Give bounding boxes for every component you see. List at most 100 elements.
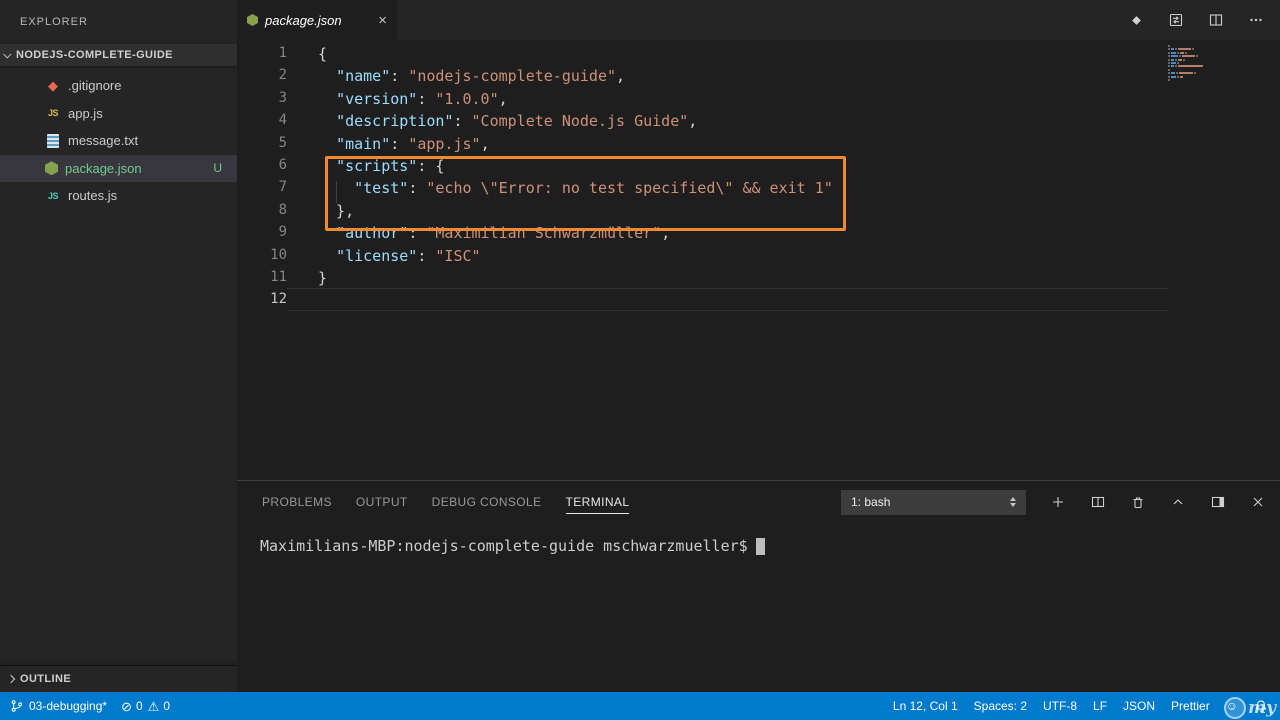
git-branch-item[interactable]: 03-debugging* [10,699,107,713]
warning-count: 0 [163,699,171,713]
select-arrows-icon [1010,497,1016,507]
terminal-cursor [755,538,765,555]
code-editor[interactable]: 1{2 "name": "nodejs-complete-guide", 3 "v… [237,40,1280,480]
line-number: 10 [270,246,287,263]
git-branch-icon [11,700,23,712]
panel-tab-debug-console[interactable]: DEBUG CONSOLE [432,490,542,514]
code-line-8[interactable]: 8 }, [237,199,1280,221]
problems-item[interactable]: ⊘ 0 ⚠ 0 [121,699,170,713]
git-icon [45,78,61,94]
editor-column: package.json × 1 {2 "name": "nodejs-com… [237,0,1280,692]
sidebar-title: EXPLORER [20,16,88,28]
explorer-sidebar: EXPLORER NODEJS-COMPLETE-GUIDE .gitignor… [0,0,237,692]
maximize-panel-icon[interactable] [1170,494,1186,510]
panel-layout-icon[interactable] [1210,494,1226,510]
eol-setting[interactable]: LF [1093,699,1107,713]
compare-changes-icon[interactable] [1168,12,1184,28]
status-bar: 03-debugging* ⊘ 0 ⚠ 0 Ln 12, Col 1 Space… [0,692,1280,720]
indentation-setting[interactable]: Spaces: 2 [974,699,1027,713]
code-line-4[interactable]: 4 "description": "Complete Node.js Guide… [237,109,1280,131]
file-name: message.txt [68,133,139,149]
terminal-shell-select[interactable]: 1: bash [841,489,1026,515]
panel-tab-problems[interactable]: PROBLEMS [262,490,332,514]
line-number: 5 [278,134,287,151]
code-line-11[interactable]: 11} [237,266,1280,288]
code-line-3[interactable]: 3 "version": "1.0.0", [237,87,1280,109]
line-number: 8 [278,201,287,218]
line-number: 7 [278,179,287,196]
more-actions-icon[interactable] [1248,12,1264,28]
shell-select-value: 1: bash [851,495,891,509]
line-number: 4 [278,112,287,129]
status-bar-left: 03-debugging* ⊘ 0 ⚠ 0 [10,699,170,713]
folder-header-nodejs-complete-guide[interactable]: NODEJS-COMPLETE-GUIDE [0,44,237,66]
new-terminal-icon[interactable] [1050,494,1066,510]
tab-bar: package.json × [237,0,1280,40]
split-terminal-icon[interactable] [1090,494,1106,510]
close-panel-icon[interactable] [1250,494,1266,510]
code-line-12[interactable]: 12 [237,288,1280,311]
file-name: package.json [65,160,142,176]
feedback-smiley-icon[interactable]: ☺ [1226,699,1238,713]
panel-header: PROBLEMS OUTPUT DEBUG CONSOLE TERMINAL 1: b… [237,481,1280,523]
warnings-icon: ⚠ [147,698,160,714]
code-line-10[interactable]: 10 "license": "ISC" [237,244,1280,266]
errors-icon: ⊘ [121,698,132,714]
formatter-status[interactable]: Prettier [1171,699,1210,713]
folder-name: NODEJS-COMPLETE-GUIDE [16,49,173,61]
code-line-7[interactable]: 7 "test": "echo \"Error: no test specifi… [237,176,1280,198]
code-line-5[interactable]: 5 "main": "app.js", [237,132,1280,154]
code-line-2[interactable]: 2 "name": "nodejs-complete-guide", [237,64,1280,86]
file-item--gitignore[interactable]: .gitignore [0,72,237,100]
terminal-prompt: Maximilians-MBP:nodejs-complete-guide ms… [260,537,748,555]
line-number: 9 [278,224,287,241]
line-number: 3 [278,89,287,106]
indent-guide [336,181,337,203]
file-name: .gitignore [68,78,122,94]
cursor-position[interactable]: Ln 12, Col 1 [893,699,958,713]
minimap[interactable] [1168,45,1232,86]
panel-tab-output[interactable]: OUTPUT [356,490,408,514]
chevron-right-icon [6,674,16,684]
git-status-badge: U [213,161,222,176]
status-bar-right: Ln 12, Col 1 Spaces: 2 UTF-8 LF JSON Pre… [893,697,1276,719]
language-mode[interactable]: JSON [1123,699,1155,713]
file-item-message-txt[interactable]: message.txt [0,127,237,155]
split-editor-icon[interactable] [1208,12,1224,28]
editor-actions [1128,0,1280,40]
chevron-down-icon [3,50,12,59]
line-number: 12 [270,291,287,308]
panel-tabs: PROBLEMS OUTPUT DEBUG CONSOLE TERMINAL [262,490,630,514]
close-tab-icon[interactable]: × [378,13,387,28]
error-count: 0 [135,699,143,713]
line-number: 2 [278,67,287,84]
tab-label: package.json [265,12,342,28]
line-number: 11 [270,268,287,285]
kill-terminal-icon[interactable] [1130,494,1146,510]
branch-name: 03-debugging* [29,699,108,713]
file-name: routes.js [68,188,118,204]
outline-section[interactable]: OUTLINE [0,665,237,692]
code-lines: 1{2 "name": "nodejs-complete-guide", 3 "v… [237,40,1280,311]
tab-package-json[interactable]: package.json × [237,0,397,40]
vscode-window: EXPLORER NODEJS-COMPLETE-GUIDE .gitignor… [0,0,1280,720]
js-teal-icon [45,188,61,204]
panel-tab-terminal[interactable]: TERMINAL [565,490,630,514]
js-icon [45,105,61,121]
open-changes-icon[interactable] [1128,12,1144,28]
npm-icon [247,14,258,26]
line-number: 1 [278,45,287,61]
text-icon [47,133,59,148]
code-line-1[interactable]: 1{ [237,42,1280,64]
code-line-6[interactable]: 6 "scripts": { [237,154,1280,176]
code-line-9[interactable]: 9 "author": "Maximilian Schwarzmüller", [237,221,1280,243]
file-item-routes-js[interactable]: routes.js [0,182,237,210]
file-item-package-json[interactable]: package.json U [0,154,237,182]
npm-icon [45,161,58,176]
notifications-bell-icon[interactable] [1254,699,1268,713]
file-item-app-js[interactable]: app.js [0,100,237,128]
main-area: EXPLORER NODEJS-COMPLETE-GUIDE .gitignor… [0,0,1280,692]
terminal[interactable]: Maximilians-MBP:nodejs-complete-guide ms… [237,523,1280,692]
line-number: 6 [278,156,287,173]
file-encoding[interactable]: UTF-8 [1043,699,1077,713]
